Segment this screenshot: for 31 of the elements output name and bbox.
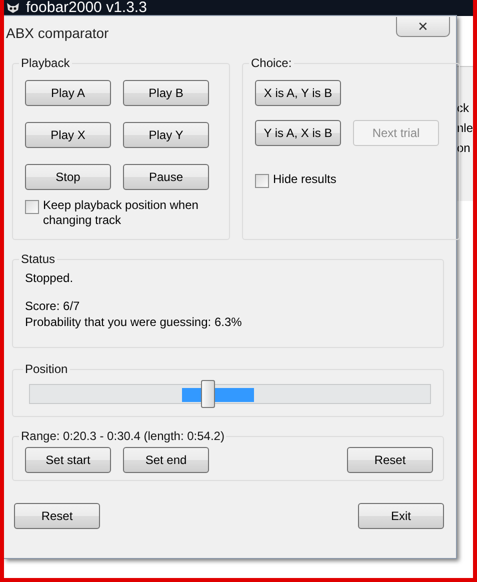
cut-off-text: nle: [457, 121, 473, 135]
checkbox[interactable]: [255, 174, 269, 188]
checkbox-label: Keep playback position when changing track: [43, 198, 200, 228]
play-button[interactable]: Play A: [25, 80, 111, 106]
play-button[interactable]: Stop: [25, 164, 111, 190]
choice-button[interactable]: X is A, Y is B: [255, 80, 341, 106]
range-button[interactable]: Reset: [347, 447, 433, 473]
dialog-button[interactable]: Exit: [358, 503, 444, 529]
checkbox-label: Hide results: [273, 172, 338, 187]
range-button[interactable]: Set end: [123, 447, 209, 473]
choice-button[interactable]: Y is A, X is B: [255, 120, 341, 146]
dialog-title: ABX comparator: [6, 25, 109, 41]
app-icon: [6, 2, 20, 14]
close-button[interactable]: ✕: [396, 17, 450, 37]
play-button[interactable]: Pause: [123, 164, 209, 190]
play-button[interactable]: Play Y: [123, 122, 209, 148]
group-title: Playback: [20, 56, 71, 70]
group-title: Position: [24, 362, 69, 376]
checkbox[interactable]: [25, 200, 39, 214]
range-button[interactable]: Set start: [25, 447, 111, 473]
play-button[interactable]: Play X: [25, 122, 111, 148]
group-title: Choice:: [250, 56, 293, 70]
app-title: foobar2000 v1.3.3: [26, 0, 147, 16]
status-text: Probability that you were guessing: 6.3%: [25, 314, 243, 330]
play-button[interactable]: Play B: [123, 80, 209, 106]
status-text: Stopped.: [25, 270, 74, 286]
group-title: Range: 0:20.3 - 0:30.4 (length: 0:54.2): [20, 429, 226, 443]
group-title: Status: [20, 252, 56, 266]
dialog-button[interactable]: Reset: [14, 503, 100, 529]
status-text: Score: 6/7: [25, 298, 81, 314]
slider-thumb[interactable]: [201, 380, 215, 408]
